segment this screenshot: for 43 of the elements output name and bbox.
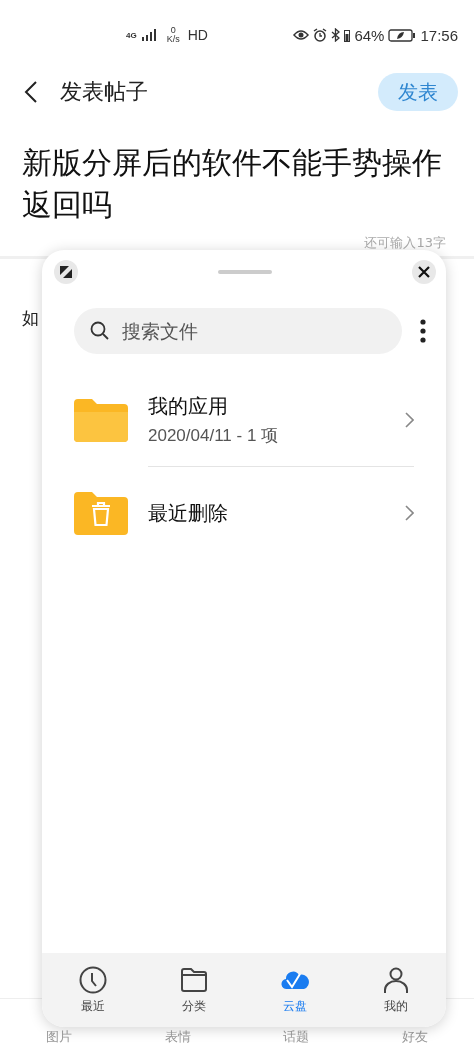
folder-item[interactable]: 我的应用 2020/04/11 - 1 项	[74, 374, 414, 466]
back-icon	[24, 81, 38, 103]
more-button[interactable]	[420, 319, 426, 343]
post-title[interactable]: 新版分屏后的软件不能手势操作返回吗	[0, 114, 474, 226]
folder-name: 最近删除	[148, 499, 229, 527]
network-label: 4G	[126, 30, 137, 40]
search-field[interactable]: 搜索文件	[74, 308, 402, 354]
post-body[interactable]: 如	[22, 307, 39, 330]
clock-icon	[78, 965, 107, 994]
clock-time: 17:56	[420, 26, 458, 44]
close-icon	[418, 266, 430, 278]
battery-percent: 64%	[354, 26, 385, 44]
nav-tab[interactable]: 最近	[42, 953, 143, 1027]
folder-outline-icon	[179, 965, 208, 994]
speed-unit: K/s	[166, 35, 180, 44]
resize-button[interactable]	[54, 260, 78, 284]
chevron-icon	[405, 412, 414, 428]
drag-handle[interactable]	[218, 270, 272, 274]
eye-icon	[293, 29, 310, 41]
character-counter: 还可输入13字	[364, 234, 447, 252]
folder-name: 我的应用	[148, 393, 229, 420]
speed-value: 0	[170, 26, 176, 35]
close-button[interactable]	[412, 260, 436, 284]
more-icon	[420, 319, 426, 343]
back-button[interactable]	[22, 79, 40, 105]
folder-icon	[74, 398, 128, 442]
battery-icon	[344, 28, 351, 42]
nav-tab[interactable]: 我的	[345, 953, 446, 1027]
alarm-icon	[313, 28, 328, 42]
resize-icon	[60, 266, 72, 278]
search-icon	[90, 321, 110, 341]
battery-saver-icon	[388, 28, 417, 42]
page-title: 发表帖子	[60, 78, 148, 106]
folder-details: 2020/04/11 - 1 项	[148, 425, 280, 447]
folder-item[interactable]: 最近删除	[74, 467, 414, 559]
trash-folder-icon	[74, 491, 128, 535]
nav-tab[interactable]: 云盘	[244, 953, 345, 1027]
bluetooth-icon	[331, 28, 341, 42]
nav-tab[interactable]: 分类	[143, 953, 244, 1027]
signal-icon	[140, 29, 157, 41]
person-icon	[381, 965, 410, 994]
hd-label: HD	[187, 27, 208, 43]
chevron-icon	[405, 505, 414, 521]
